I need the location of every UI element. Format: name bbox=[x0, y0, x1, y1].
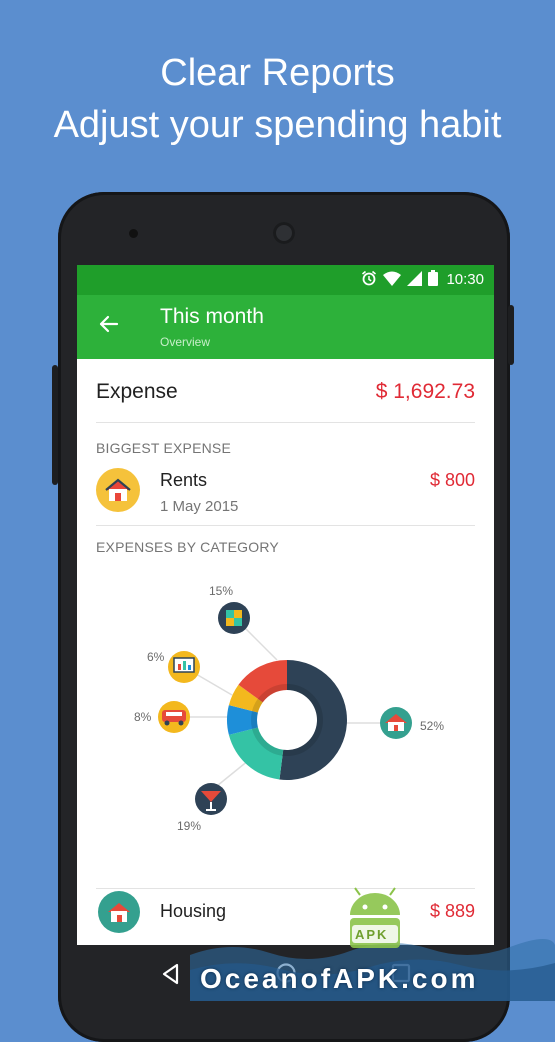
divider bbox=[96, 422, 475, 423]
signal-icon bbox=[407, 270, 422, 286]
biggest-expense-amount: $ 800 bbox=[429, 470, 475, 490]
biggest-expense-name: Rents bbox=[160, 470, 208, 490]
alarm-icon bbox=[361, 270, 377, 286]
promo-subtitle: Adjust your spending habit bbox=[53, 104, 502, 146]
biggest-expense-heading: BIGGEST EXPENSE bbox=[96, 440, 232, 456]
category-icon-dining[interactable] bbox=[195, 783, 227, 815]
app-bar-title: This month bbox=[160, 305, 264, 328]
category-donut-chart: 15% 6% 8% 19% 52% bbox=[134, 584, 444, 833]
expense-label: Expense bbox=[96, 380, 178, 403]
apk-badge: APK bbox=[355, 927, 389, 942]
promo-title: Clear Reports bbox=[160, 52, 395, 94]
volume-button bbox=[52, 365, 58, 485]
divider bbox=[96, 525, 475, 526]
wifi-icon bbox=[383, 271, 401, 286]
category-icon-presentation[interactable] bbox=[168, 651, 200, 683]
category-icon-gifts[interactable] bbox=[218, 602, 250, 634]
watermark-text: OceanofAPK.com bbox=[200, 963, 479, 994]
status-time: 10:30 bbox=[446, 271, 484, 288]
app-bar-subtitle: Overview bbox=[160, 335, 211, 349]
proximity-sensor bbox=[129, 229, 138, 238]
power-button bbox=[508, 305, 514, 365]
category-icon-transport[interactable] bbox=[158, 701, 190, 733]
house-icon bbox=[98, 891, 140, 933]
app-bar: This month Overview bbox=[77, 295, 494, 359]
expense-total: $ 1,692.73 bbox=[375, 380, 475, 403]
donut-hole bbox=[259, 692, 315, 748]
pct-label-presentation: 6% bbox=[147, 650, 165, 664]
pct-label-dining: 19% bbox=[177, 819, 201, 833]
biggest-expense-date: 1 May 2015 bbox=[160, 498, 239, 515]
status-bar: 10:30 bbox=[77, 265, 494, 295]
status-icons bbox=[361, 270, 438, 286]
front-camera bbox=[273, 222, 295, 244]
pct-label-housing: 52% bbox=[420, 719, 444, 733]
pct-label-gifts: 15% bbox=[209, 584, 233, 598]
android-robot-icon bbox=[350, 887, 400, 948]
back-arrow-icon[interactable] bbox=[97, 313, 119, 335]
house-icon bbox=[96, 468, 140, 512]
category-icon-housing[interactable] bbox=[380, 707, 412, 739]
back-triangle-icon[interactable] bbox=[161, 963, 181, 985]
battery-icon bbox=[428, 270, 438, 286]
app-screen: 10:30 This month Overview Expense $ 1,69… bbox=[77, 265, 494, 945]
expenses-by-category-heading: EXPENSES BY CATEGORY bbox=[96, 539, 279, 555]
watermark: APK OceanofAPK.com bbox=[190, 885, 555, 1001]
pct-label-transport: 8% bbox=[134, 710, 152, 724]
